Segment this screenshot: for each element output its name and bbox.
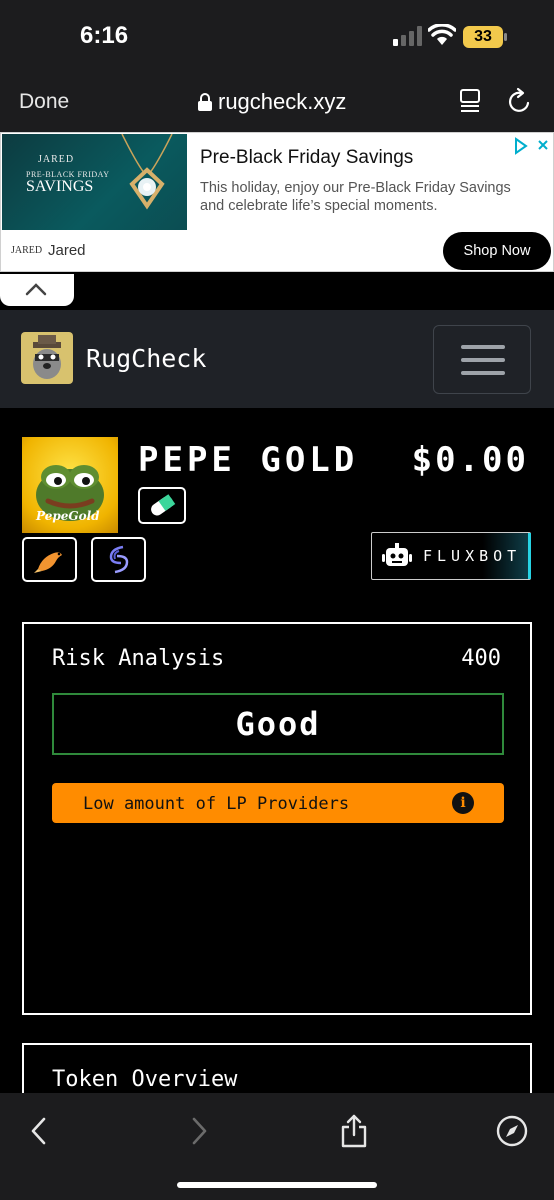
reader-view-icon[interactable] — [459, 87, 483, 115]
rugcheck-logo[interactable] — [21, 332, 73, 384]
ad-advertiser: Jared — [48, 242, 86, 259]
risk-analysis-title: Risk Analysis — [52, 646, 225, 671]
status-bar: 6:16 33 — [0, 0, 554, 74]
app-header: RugCheck — [0, 310, 554, 408]
risk-warning-text: Low amount of LP Providers — [83, 794, 350, 814]
reload-icon[interactable] — [507, 87, 533, 115]
ad-logo: JARED — [11, 245, 43, 256]
ad-text: This holiday, enjoy our Pre-Black Friday… — [200, 180, 511, 214]
lock-icon — [198, 93, 212, 111]
browser-bar: Done rugcheck.xyz — [0, 74, 554, 132]
ad-collapse-button[interactable] — [0, 274, 74, 306]
done-button[interactable]: Done — [19, 90, 69, 114]
url-text: rugcheck.xyz — [218, 89, 347, 114]
robot-icon — [382, 543, 412, 566]
risk-warning-item[interactable]: Low amount of LP Providers i — [52, 783, 504, 823]
pill-icon — [151, 494, 176, 516]
raccoon-logo-icon — [33, 335, 61, 379]
risk-score: 400 — [461, 646, 501, 671]
address-bar[interactable]: rugcheck.xyz — [198, 88, 346, 116]
chevron-up-icon — [25, 283, 47, 296]
compass-icon[interactable] — [494, 1113, 530, 1149]
wifi-icon — [428, 24, 456, 45]
ad-image-savings: SAVINGS — [26, 178, 94, 195]
necklace-image — [121, 134, 173, 210]
token-image-caption: PepeGold — [36, 509, 100, 523]
fluxbot-button[interactable]: FLUXBOT — [371, 532, 531, 580]
app-name[interactable]: RugCheck — [86, 344, 206, 373]
risk-analysis-card: Risk Analysis 400 Good Low amount of LP … — [22, 622, 532, 1015]
solscan-icon — [109, 545, 129, 574]
fluxbot-accent — [528, 533, 531, 579]
token-overview-title: Token Overview — [52, 1067, 238, 1092]
status-time: 6:16 — [80, 22, 129, 49]
ad-image-brand: JARED — [38, 154, 75, 165]
token-image: PepeGold — [22, 437, 118, 533]
bird-icon — [34, 552, 62, 573]
birdeye-button[interactable] — [22, 537, 77, 582]
solscan-button[interactable] — [91, 537, 146, 582]
hamburger-menu-button[interactable] — [433, 325, 531, 394]
share-icon[interactable] — [336, 1113, 372, 1149]
ad-choices-icon[interactable] — [514, 137, 552, 155]
battery-icon: 33 — [463, 26, 507, 48]
ad-image[interactable]: JARED PRE-BLACK FRIDAY SAVINGS — [2, 134, 187, 230]
back-icon[interactable] — [22, 1113, 58, 1149]
ad-title[interactable]: Pre-Black Friday Savings — [200, 147, 413, 169]
fluxbot-label: FLUXBOT — [423, 547, 522, 565]
risk-result-badge: Good — [52, 693, 504, 755]
info-icon[interactable]: i — [452, 792, 474, 814]
token-price: $0.00 — [411, 440, 529, 480]
signal-icon — [393, 26, 422, 46]
pill-button[interactable] — [138, 487, 186, 524]
token-name: PEPE GOLD — [138, 440, 359, 480]
home-indicator — [177, 1182, 377, 1188]
ad-banner[interactable]: JARED PRE-BLACK FRIDAY SAVINGS Pre-Black… — [0, 132, 554, 272]
battery-level: 33 — [474, 28, 492, 45]
forward-icon[interactable] — [180, 1113, 216, 1149]
shop-now-button[interactable]: Shop Now — [443, 232, 551, 270]
